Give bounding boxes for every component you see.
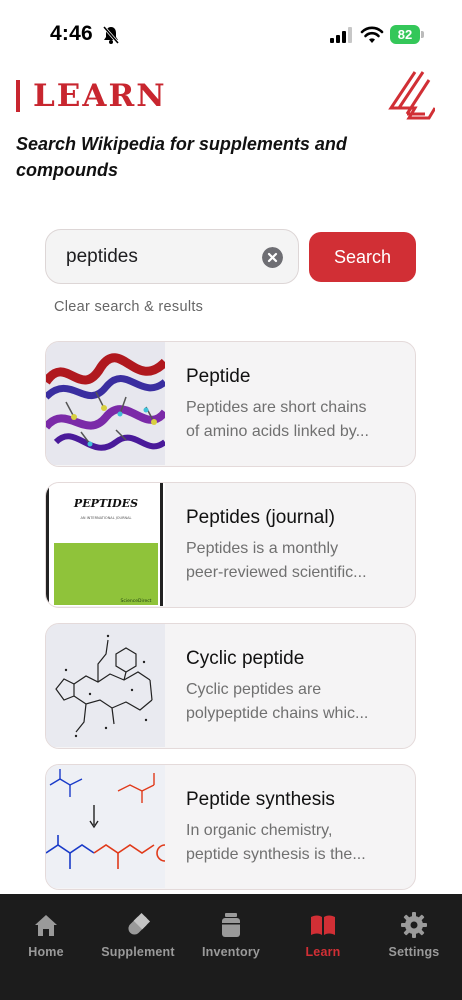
tab-learn[interactable]: Learn [277,911,369,961]
book-icon [311,915,335,935]
status-time: 4:46 [50,22,93,45]
pill-icon [128,912,151,935]
tab-label: Home [28,945,64,959]
result-description: Cyclic peptides are polypeptide chains w… [186,681,369,722]
result-title: Peptides (journal) [186,507,335,528]
tab-home[interactable]: Home [0,911,92,961]
result-title: Cyclic peptide [186,648,305,669]
bell-slash-icon [102,26,120,44]
home-icon [35,915,57,936]
journal-cover-publisher: ScienceDirect [121,598,152,604]
subtitle-line-1: Search Wikipedia for supplements and [16,134,347,154]
result-description: In organic chemistry, peptide synthesis … [186,822,366,863]
result-title: Peptide synthesis [186,789,335,810]
jar-icon [222,913,240,937]
tab-label: Settings [388,945,440,959]
search-input[interactable] [66,244,256,270]
tab-label: Learn [305,945,341,959]
result-card[interactable]: PEPTIDES AN INTERNATIONAL JOURNAL Scienc… [45,482,416,608]
result-card[interactable]: Peptide synthesis In organic chemistry, … [45,764,416,890]
result-description: Peptides is a monthly peer-reviewed scie… [186,540,367,581]
battery-icon: 82 [390,25,424,44]
gear-icon [401,912,427,938]
cellular-signal-icon [330,27,352,43]
page-subtitle: Search Wikipedia for supplements and com… [16,131,416,183]
journal-cover-subtitle: AN INTERNATIONAL JOURNAL [80,516,131,520]
tab-supplement[interactable]: Supplement [92,911,184,961]
wifi-icon [360,26,384,43]
subtitle-line-2: compounds [16,160,118,180]
clear-input-icon[interactable] [262,247,283,268]
journal-cover-title: PEPTIDES [73,497,138,510]
result-description: Peptides are short chains of amino acids… [186,399,369,440]
tab-settings[interactable]: Settings [368,911,460,961]
clear-search-link[interactable]: Clear search & results [54,299,203,315]
page-title: LEARN [33,78,167,114]
bottom-tab-bar: Home Supplement Inventory Learn Settings [0,894,462,1000]
search-button[interactable]: Search [309,232,416,282]
tab-label: Inventory [201,945,261,959]
tab-label: Supplement [101,945,175,959]
result-thumbnail [46,342,165,465]
result-card[interactable]: Cyclic peptide Cyclic peptides are polyp… [45,623,416,749]
search-field[interactable] [45,229,299,284]
app-logo [388,71,435,120]
result-thumbnail: PEPTIDES AN INTERNATIONAL JOURNAL Scienc… [46,483,165,606]
result-title: Peptide [186,366,251,387]
tab-inventory[interactable]: Inventory [185,911,277,961]
result-thumbnail [46,765,165,888]
title-accent-bar [16,80,20,112]
result-card[interactable]: Peptide Peptides are short chains of ami… [45,341,416,467]
result-thumbnail [46,624,165,747]
battery-level: 82 [390,25,420,44]
status-bar: 4:46 82 [0,0,462,70]
